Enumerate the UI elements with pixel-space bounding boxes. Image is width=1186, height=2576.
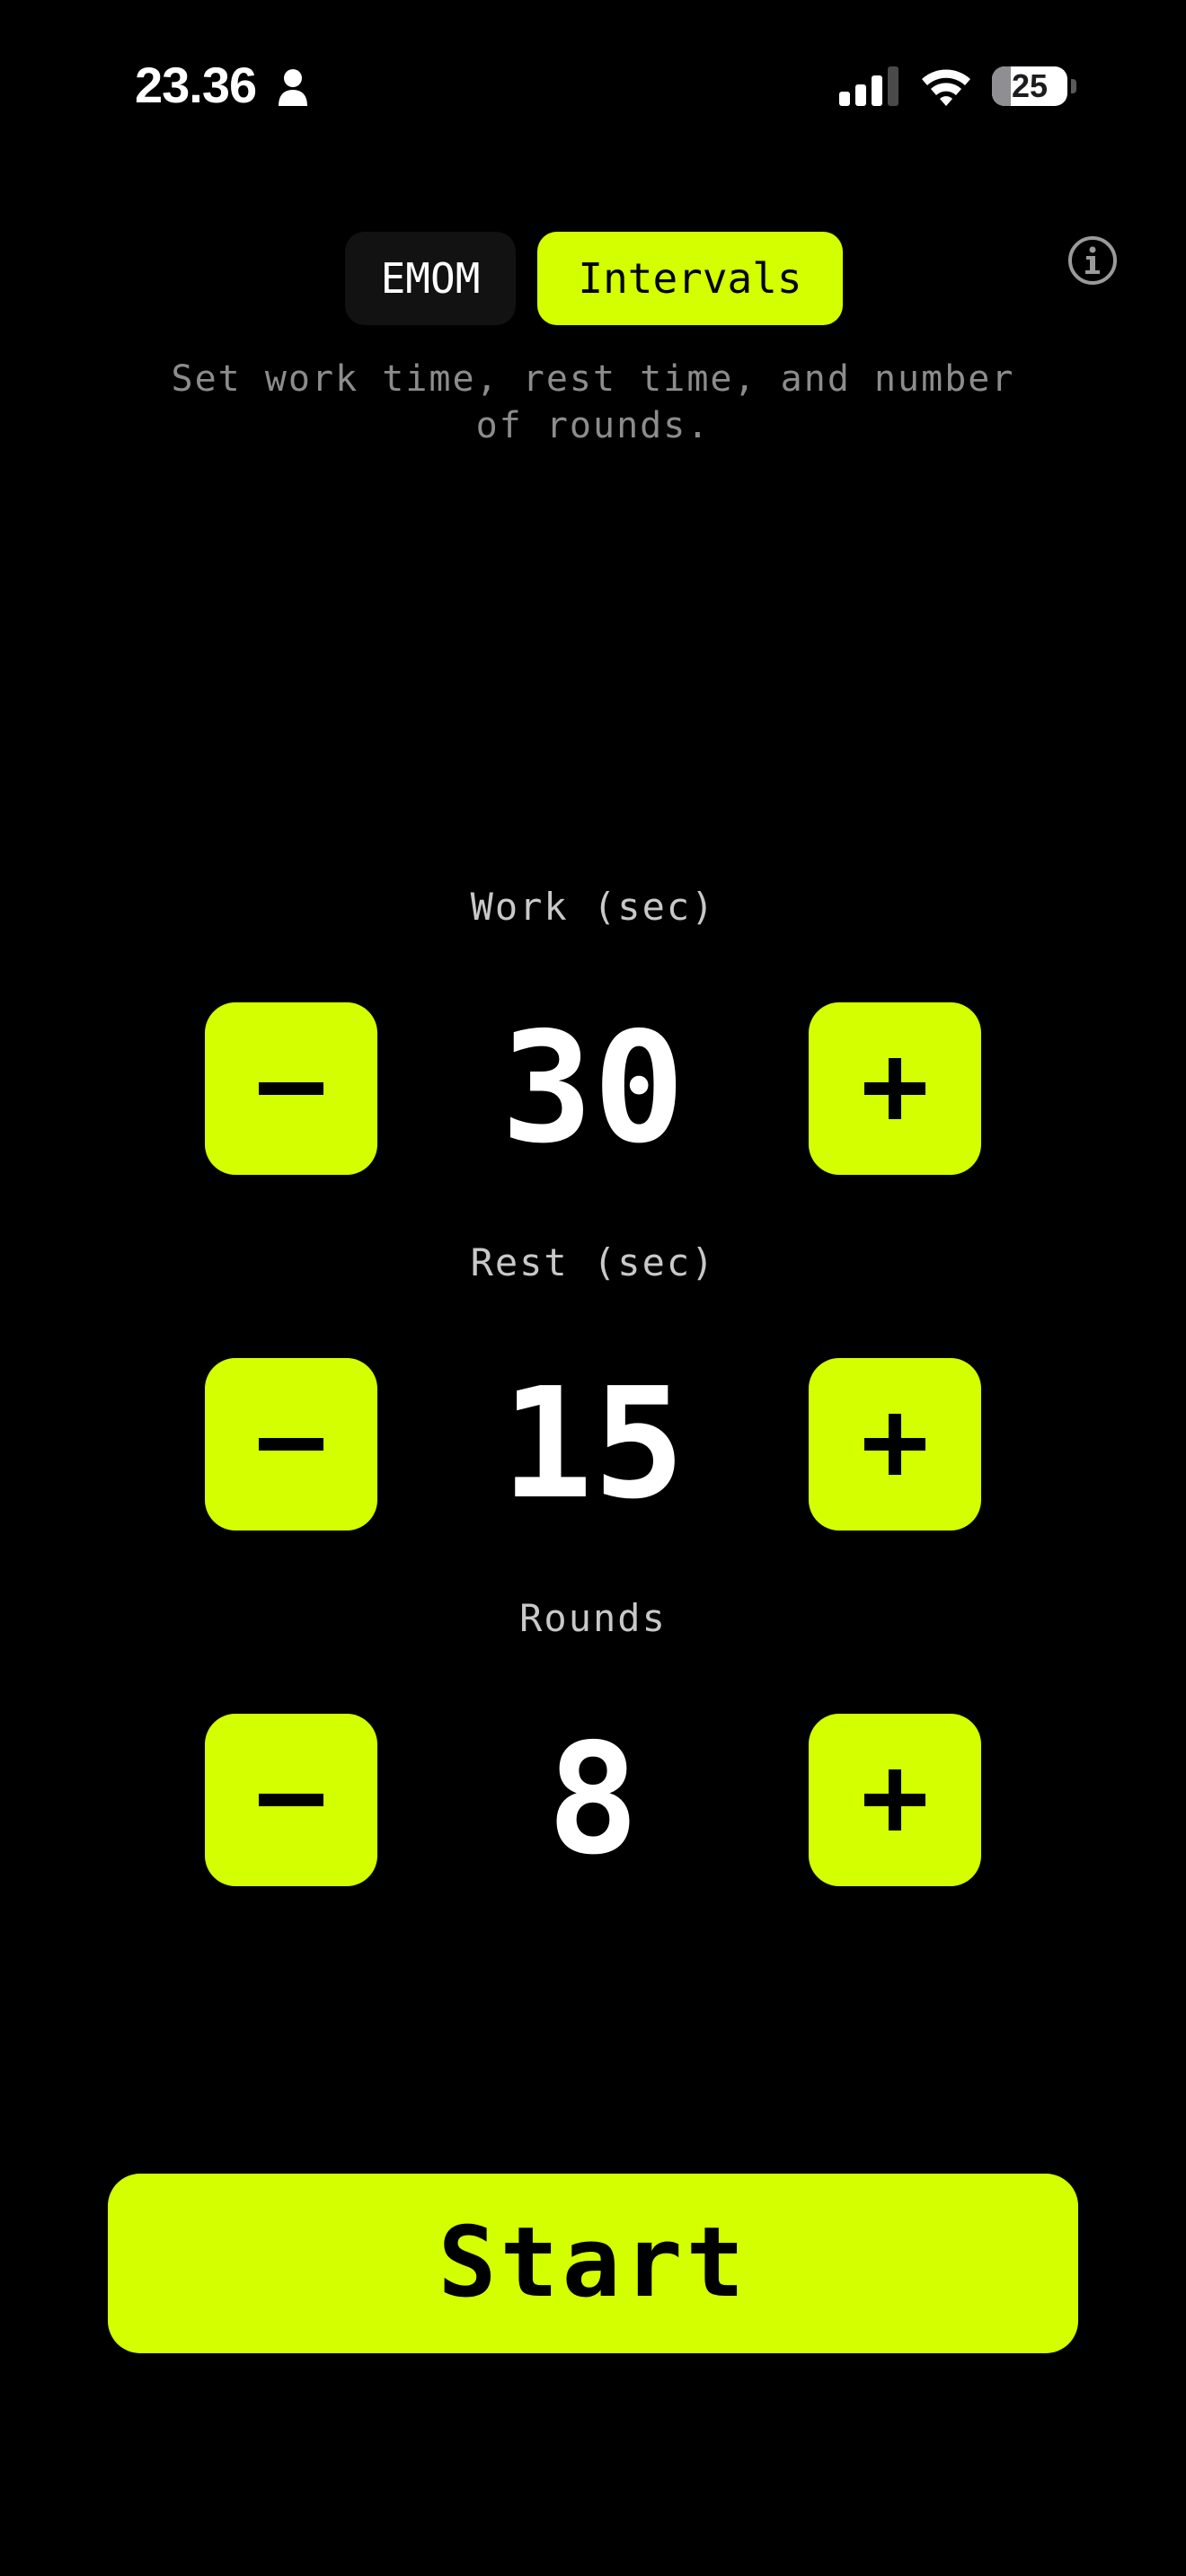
start-button[interactable]: Start [108,2174,1078,2353]
work-increment-button[interactable] [809,1002,981,1175]
rest-increment-button[interactable] [809,1358,981,1531]
status-bar: 23.36 25 [0,0,1186,171]
rounds-increment-button[interactable] [809,1714,981,1886]
plus-icon [864,1058,925,1119]
tab-emom[interactable]: EMOM [345,232,516,325]
battery-level: 25 [1011,67,1049,104]
minus-icon [259,1082,323,1095]
plus-icon [864,1414,925,1475]
rounds-value: 8 [546,1711,640,1889]
rest-decrement-button[interactable] [205,1358,377,1531]
mode-description: Set work time, rest time, and number of … [171,358,1015,446]
tab-intervals[interactable]: Intervals [537,232,843,325]
minus-icon [259,1438,323,1451]
status-time: 23.36 [135,57,257,113]
plus-icon [864,1769,925,1831]
battery-icon: 25 [992,66,1067,106]
person-icon [279,69,307,106]
work-decrement-button[interactable] [205,1002,377,1175]
minus-icon [259,1794,323,1806]
work-value: 30 [500,1000,686,1178]
info-icon[interactable] [1067,235,1118,286]
rest-label: Rest (sec) [470,1240,716,1284]
rounds-label: Rounds [519,1596,667,1640]
signal-icon [839,66,898,106]
rest-value: 15 [500,1355,686,1533]
wifi-icon [922,69,970,106]
rounds-decrement-button[interactable] [205,1714,377,1886]
work-label: Work (sec) [470,885,716,929]
battery-cap [1071,79,1076,93]
